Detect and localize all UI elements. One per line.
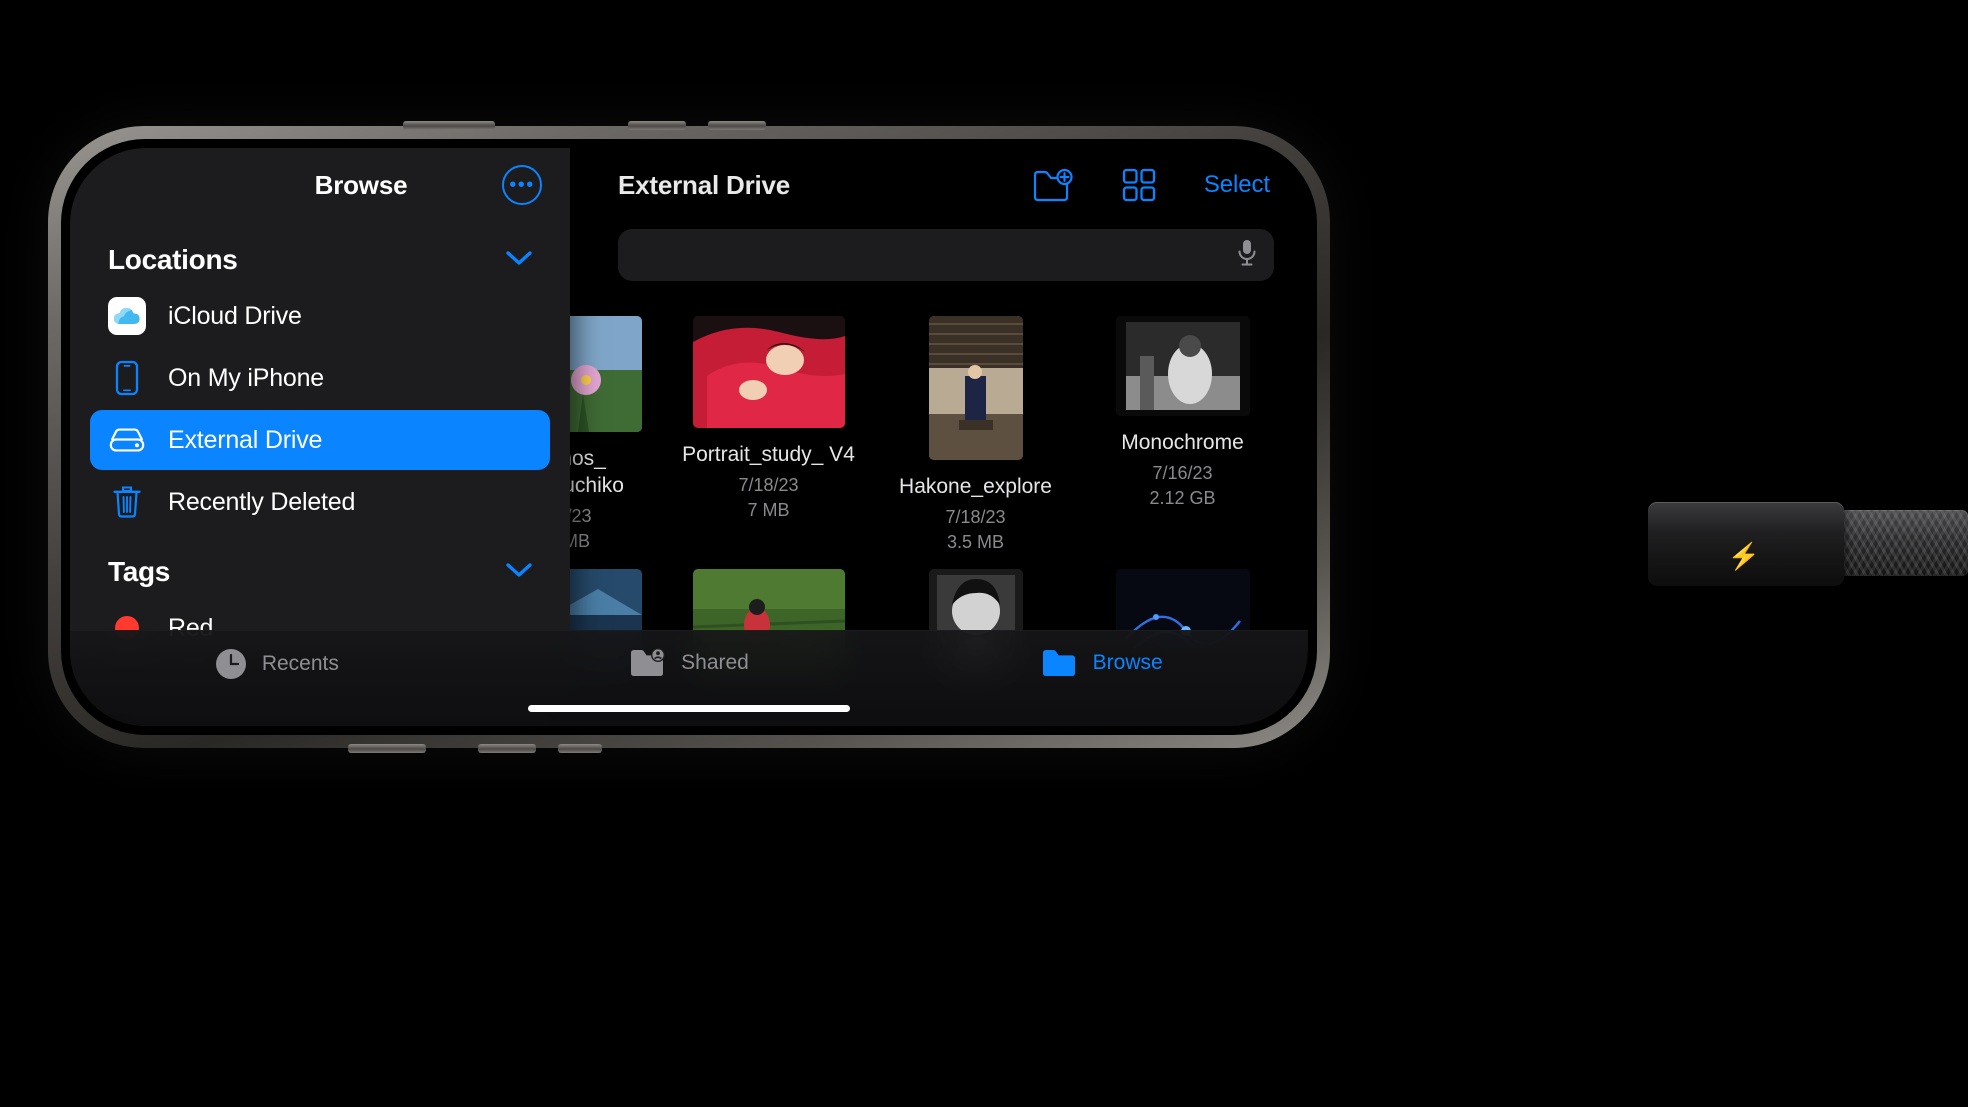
file-date: 7/18/23 bbox=[738, 475, 799, 495]
phone-screen: External Drive Select MB Portrait_study_… bbox=[70, 148, 1308, 726]
folder-icon bbox=[1041, 647, 1079, 679]
side-button-lower-b[interactable] bbox=[558, 744, 602, 753]
shared-folder-icon bbox=[629, 647, 667, 679]
trash-icon bbox=[108, 483, 146, 521]
file-thumbnail bbox=[692, 316, 845, 428]
file-size: 2.12 GB bbox=[1149, 488, 1216, 508]
tab-recents[interactable]: Recents bbox=[70, 647, 483, 681]
thunderbolt-cable: ⚡ bbox=[1648, 490, 1968, 600]
more-options-icon[interactable]: ••• bbox=[502, 165, 542, 205]
action-button[interactable] bbox=[348, 744, 426, 753]
tab-label: Recents bbox=[261, 652, 339, 675]
section-header-tags[interactable]: Tags bbox=[90, 534, 550, 598]
iphone-icon bbox=[108, 359, 146, 397]
section-title: Locations bbox=[108, 244, 238, 275]
section-header-locations[interactable]: Locations bbox=[90, 222, 550, 286]
microphone-icon[interactable] bbox=[1236, 238, 1258, 273]
file-name: Monochrome bbox=[1121, 431, 1244, 454]
tab-label: Browse bbox=[1092, 651, 1163, 674]
volume-up-button[interactable] bbox=[628, 121, 686, 130]
more-dots-glyph: ••• bbox=[509, 174, 535, 196]
sidebar-item-label: Recently Deleted bbox=[168, 487, 356, 516]
sidebar-title: Browse bbox=[314, 169, 408, 200]
file-size: 3.5 MB bbox=[946, 532, 1005, 552]
file-thumbnail bbox=[928, 316, 1023, 460]
power-button[interactable] bbox=[403, 121, 495, 130]
scene-backdrop: ⚡ External Drive Select MB Portrait_stud… bbox=[0, 0, 1968, 1107]
file-date: 7/18/23 bbox=[945, 507, 1006, 527]
grid-view-icon[interactable] bbox=[1118, 164, 1160, 206]
external-drive-icon bbox=[108, 421, 146, 459]
file-item[interactable]: Portrait_study_ V4 7/18/23 7 MB bbox=[677, 310, 860, 553]
nav-actions: Select bbox=[1032, 164, 1274, 206]
file-thumbnail bbox=[1115, 316, 1250, 416]
side-button-lower-a[interactable] bbox=[478, 744, 536, 753]
sidebar-item-label: iCloud Drive bbox=[168, 301, 302, 330]
chevron-down-icon[interactable] bbox=[506, 250, 532, 271]
sidebar-item-label: On My iPhone bbox=[168, 363, 325, 392]
file-item[interactable]: Monochrome 7/16/23 2.12 GB bbox=[1091, 310, 1274, 553]
icloud-icon bbox=[108, 297, 146, 335]
sidebar-item-external-drive[interactable]: External Drive bbox=[90, 410, 550, 470]
clock-icon bbox=[214, 647, 248, 681]
sidebar-item-recently-deleted[interactable]: Recently Deleted bbox=[90, 472, 550, 532]
select-button[interactable]: Select bbox=[1204, 171, 1270, 199]
icloud-badge bbox=[108, 297, 146, 335]
file-item[interactable]: Hakone_explore 7/18/23 3.5 MB bbox=[884, 310, 1067, 553]
search-input[interactable] bbox=[618, 229, 1274, 281]
file-name: Portrait_study_ V4 bbox=[682, 443, 855, 466]
iphone-device-frame: External Drive Select MB Portrait_study_… bbox=[48, 121, 1330, 753]
section-title: Tags bbox=[108, 556, 171, 587]
chevron-down-icon[interactable] bbox=[506, 562, 532, 583]
home-indicator[interactable] bbox=[528, 705, 850, 712]
file-size: 7 MB bbox=[747, 500, 790, 520]
sidebar-item-label: External Drive bbox=[168, 425, 323, 454]
phone-bezel: External Drive Select MB Portrait_study_… bbox=[61, 139, 1317, 735]
sidebar-header: Browse ••• bbox=[70, 148, 570, 222]
tab-browse[interactable]: Browse bbox=[895, 647, 1308, 679]
file-name: Hakone_explore bbox=[899, 475, 1052, 498]
tab-label: Shared bbox=[681, 651, 749, 674]
file-date: 7/16/23 bbox=[1152, 463, 1213, 483]
cable-connector: ⚡ bbox=[1648, 502, 1844, 586]
sidebar-item-icloud-drive[interactable]: iCloud Drive bbox=[90, 286, 550, 346]
folder-plus-icon[interactable] bbox=[1032, 164, 1074, 206]
thunderbolt-icon: ⚡ bbox=[1727, 541, 1761, 571]
files-app: External Drive Select MB Portrait_study_… bbox=[70, 148, 1308, 726]
volume-down-button[interactable] bbox=[708, 121, 766, 130]
sidebar-item-on-my-iphone[interactable]: On My iPhone bbox=[90, 348, 550, 408]
cable-braid bbox=[1840, 510, 1968, 576]
tab-shared[interactable]: Shared bbox=[483, 647, 896, 679]
